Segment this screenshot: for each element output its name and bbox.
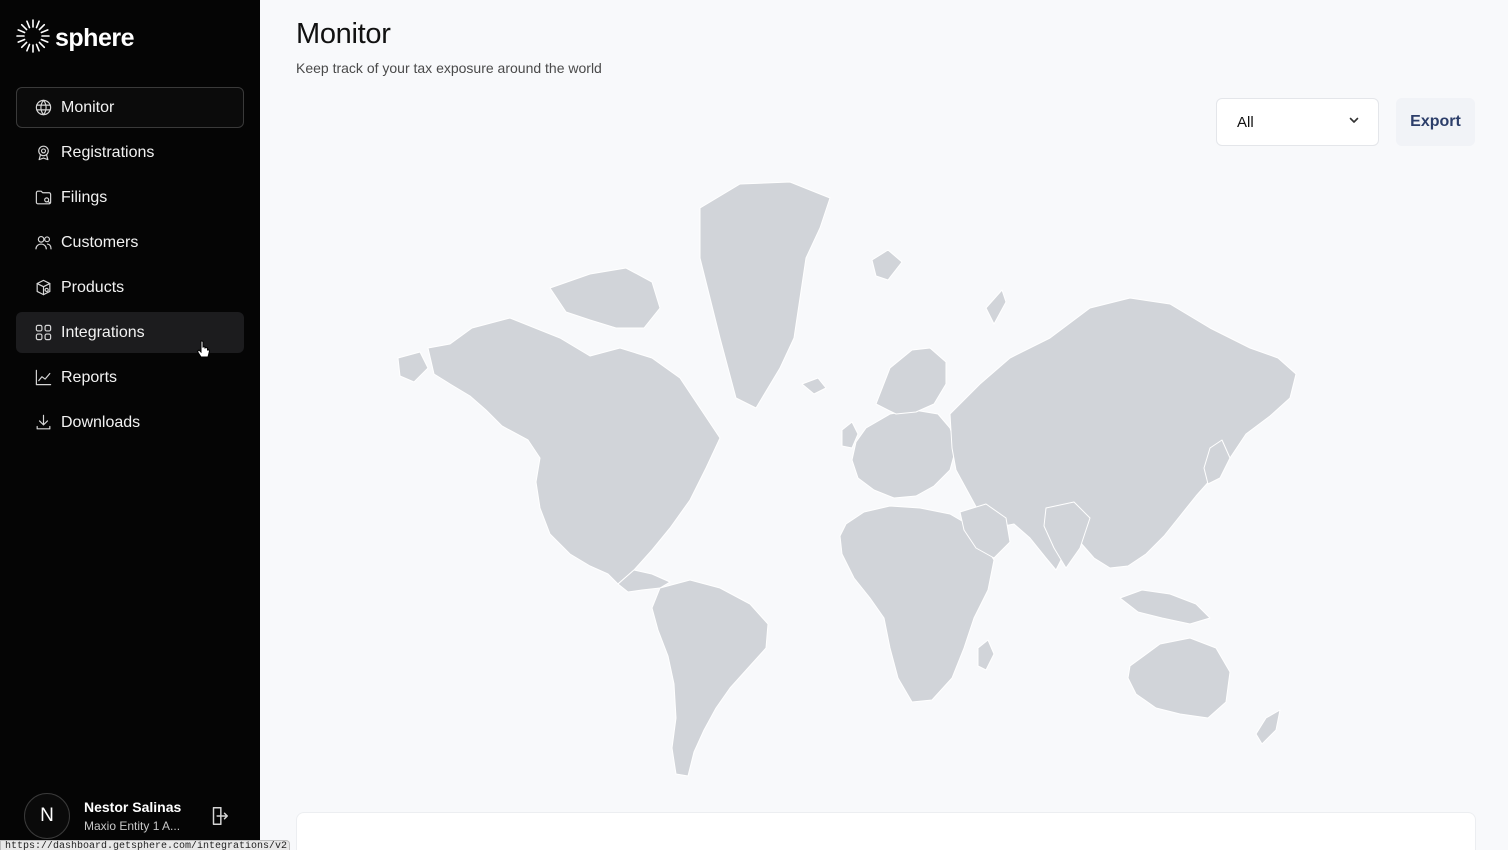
- sidebar-item-products[interactable]: Products: [16, 267, 244, 308]
- package-icon: [33, 278, 53, 298]
- map-canadian-islands[interactable]: [549, 267, 661, 329]
- map-madagascar[interactable]: [977, 639, 995, 671]
- brand-name: sphere: [55, 24, 134, 52]
- sidebar-item-registrations[interactable]: Registrations: [16, 132, 244, 173]
- exposure-table: [296, 812, 1476, 850]
- sidebar-item-label: Reports: [61, 368, 118, 386]
- brand-logo[interactable]: sphere: [15, 18, 134, 59]
- page-title: Monitor: [296, 18, 391, 50]
- map-europe[interactable]: [851, 409, 957, 499]
- region-filter-select[interactable]: All: [1216, 98, 1379, 146]
- map-novaya-zemlya[interactable]: [985, 289, 1007, 325]
- users-icon: [33, 233, 53, 253]
- sidebar-item-label: Downloads: [61, 413, 141, 431]
- map-north-america[interactable]: [427, 317, 721, 585]
- sidebar-item-label: Customers: [61, 233, 139, 251]
- sidebar-item-label: Monitor: [61, 98, 115, 116]
- sphere-logo-icon: [15, 18, 51, 59]
- sidebar-item-label: Integrations: [61, 323, 145, 341]
- map-greenland[interactable]: [699, 181, 831, 409]
- user-profile: N Nestor Salinas Maxio Entity 1 A...: [24, 793, 244, 839]
- map-indonesia[interactable]: [1119, 589, 1211, 625]
- sidebar-item-label: Products: [61, 278, 125, 296]
- map-australia[interactable]: [1127, 637, 1231, 719]
- logout-icon[interactable]: [208, 805, 230, 827]
- sidebar-item-label: Registrations: [61, 143, 155, 161]
- sidebar-item-customers[interactable]: Customers: [16, 222, 244, 263]
- sidebar-item-label: Filings: [61, 188, 108, 206]
- sidebar-nav: Monitor Registrations Filings Customers …: [16, 87, 244, 447]
- mouse-cursor-icon: [196, 340, 211, 360]
- page-subtitle: Keep track of your tax exposure around t…: [296, 60, 602, 76]
- sidebar: sphere Monitor Registrations Filings Cus…: [0, 0, 260, 850]
- folder-icon: [33, 188, 53, 208]
- user-organization: Maxio Entity 1 A...: [84, 819, 181, 833]
- sidebar-item-downloads[interactable]: Downloads: [16, 402, 244, 443]
- browser-status-url: https://dashboard.getsphere.com/integrat…: [0, 840, 290, 850]
- map-scandinavia[interactable]: [875, 347, 947, 415]
- world-map[interactable]: [390, 178, 1330, 788]
- download-icon: [33, 413, 53, 433]
- grid-icon: [33, 323, 53, 343]
- chevron-down-icon: [1348, 113, 1360, 131]
- sidebar-item-reports[interactable]: Reports: [16, 357, 244, 398]
- main-content: Monitor Keep track of your tax exposure …: [260, 0, 1508, 850]
- line-chart-icon: [33, 368, 53, 388]
- region-filter-value: All: [1237, 113, 1254, 131]
- export-button[interactable]: Export: [1396, 98, 1475, 146]
- sidebar-item-monitor[interactable]: Monitor: [16, 87, 244, 128]
- registration-badge-icon: [33, 143, 53, 163]
- map-iceland[interactable]: [801, 377, 827, 395]
- user-name: Nestor Salinas: [84, 799, 182, 815]
- map-svalbard[interactable]: [871, 249, 903, 281]
- map-new-zealand[interactable]: [1255, 709, 1281, 745]
- map-alaska-west[interactable]: [397, 351, 429, 383]
- avatar[interactable]: N: [24, 793, 70, 839]
- sidebar-item-filings[interactable]: Filings: [16, 177, 244, 218]
- map-south-america[interactable]: [651, 579, 769, 777]
- globe-icon: [33, 98, 53, 118]
